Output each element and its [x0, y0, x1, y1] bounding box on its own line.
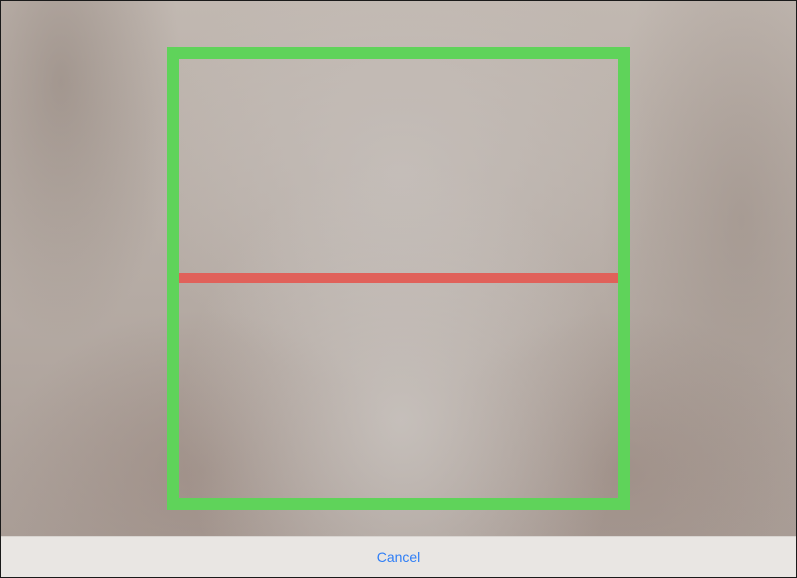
- scan-laser-line: [179, 273, 618, 283]
- cancel-button[interactable]: Cancel: [367, 545, 431, 569]
- barcode-scanner-screen: Cancel: [0, 0, 797, 578]
- bottom-toolbar: Cancel: [1, 536, 796, 577]
